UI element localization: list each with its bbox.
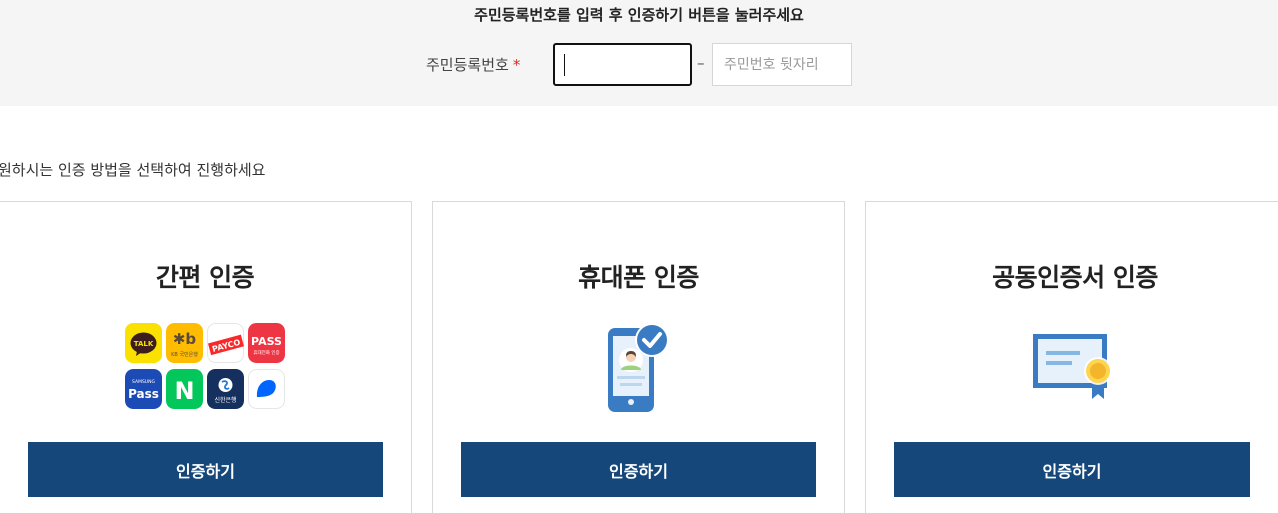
- kb-label: KB 국민은행: [171, 351, 198, 358]
- certificate-auth-title: 공동인증서 인증: [992, 263, 1158, 292]
- kb-bank-icon: ✱b KB 국민은행: [166, 323, 203, 363]
- rrn-input-row: 주민등록번호 * –: [0, 43, 1278, 86]
- rrn-front-input[interactable]: [553, 43, 692, 86]
- toss-icon: [248, 369, 285, 409]
- choose-method-text: 원하시는 인증 방법을 선택하여 진행하세요: [0, 161, 266, 179]
- simple-auth-button[interactable]: 인증하기: [28, 442, 383, 497]
- naver-label: N: [174, 377, 194, 405]
- simple-auth-app-icons: TALK ✱b KB 국민은행 PAYCO PASS 휴대전화 인증 SAMSUNG…: [125, 323, 289, 411]
- certificate-auth-button[interactable]: 인증하기: [894, 442, 1250, 497]
- pass-label: PASS: [251, 335, 282, 348]
- phone-auth-title: 휴대폰 인증: [578, 263, 699, 292]
- certificate-icon: [1032, 333, 1116, 407]
- rrn-label-wrap: 주민등록번호 *: [426, 54, 520, 75]
- kakao-label: TALK: [134, 340, 154, 348]
- shinhan-label: 신한은행: [214, 396, 236, 404]
- samsung-pass-label: Pass: [128, 387, 159, 401]
- rrn-dash: –: [697, 54, 705, 72]
- payco-icon: PAYCO: [207, 323, 244, 363]
- required-mark: *: [512, 56, 521, 74]
- phone-auth-button[interactable]: 인증하기: [461, 442, 816, 497]
- text-caret: [564, 54, 565, 76]
- rrn-label: 주민등록번호: [426, 56, 509, 74]
- pass-sub-label: 휴대전화 인증: [253, 349, 279, 356]
- pass-icon: PASS 휴대전화 인증: [248, 323, 285, 363]
- instruction-text: 주민등록번호를 입력 후 인증하기 버튼을 눌러주세요: [474, 6, 804, 24]
- simple-auth-card: 간편 인증 TALK ✱b KB 국민은행 PAYCO PASS 휴대전화 인증 S…: [0, 201, 412, 513]
- samsung-label: SAMSUNG: [132, 379, 155, 385]
- rrn-back-input[interactable]: [712, 43, 852, 86]
- naver-icon: N: [166, 369, 203, 409]
- shinhan-bank-icon: 신한은행: [207, 369, 244, 409]
- kakao-icon: TALK: [125, 323, 162, 363]
- svg-text:✱b: ✱b: [173, 330, 197, 348]
- phone-verification-icon: [607, 320, 671, 418]
- simple-auth-title: 간편 인증: [155, 263, 255, 292]
- samsung-pass-icon: SAMSUNG Pass: [125, 369, 162, 409]
- certificate-auth-card: 공동인증서 인증 인증하기: [865, 201, 1278, 513]
- phone-auth-card: 휴대폰 인증 인증하기: [432, 201, 845, 513]
